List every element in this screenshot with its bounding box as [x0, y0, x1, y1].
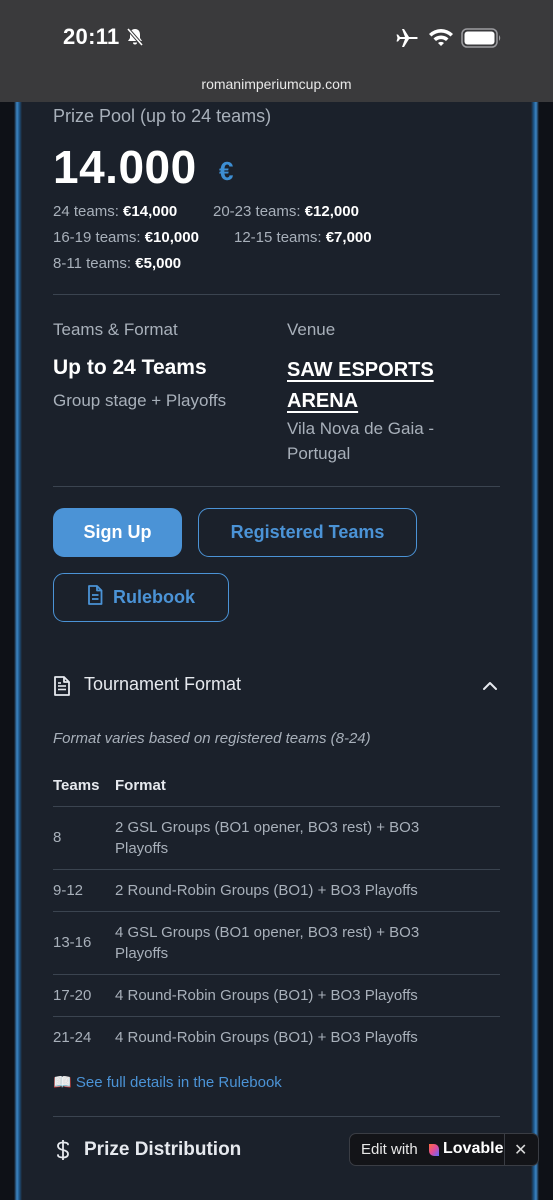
- table-header-format: Format: [115, 777, 166, 794]
- table-divider: [53, 869, 500, 870]
- table-cell-format: 2 GSL Groups (BO1 opener, BO3 rest) + BO…: [115, 819, 420, 857]
- table-cell-teams: 13-16: [53, 934, 92, 951]
- tournament-format-toggle[interactable]: Tournament Format: [84, 674, 241, 695]
- chevron-up-icon[interactable]: [482, 679, 498, 697]
- table-divider: [53, 911, 500, 912]
- prize-distribution-toggle[interactable]: Prize Distribution: [84, 1139, 241, 1161]
- url-text: romanimperiumcup.com: [201, 76, 352, 92]
- lovable-badge[interactable]: Edit with Lovable ✕: [349, 1133, 539, 1166]
- lovable-brand: Lovable: [443, 1140, 504, 1157]
- lovable-separator: [504, 1134, 505, 1165]
- table-divider: [53, 974, 500, 975]
- status-time: 20:11: [63, 24, 120, 49]
- file-text-icon: [53, 676, 71, 701]
- format-note: Format varies based on registered teams …: [53, 730, 371, 747]
- table-divider: [53, 1016, 500, 1017]
- browser-url-bar[interactable]: romanimperiumcup.com: [0, 72, 553, 102]
- registered-teams-button[interactable]: Registered Teams: [198, 508, 417, 557]
- prize-tier: 8-11 teams: €5,000: [53, 255, 182, 272]
- divider: [53, 1116, 500, 1117]
- rulebook-details-link[interactable]: 📖 See full details in the Rulebook: [53, 1073, 282, 1091]
- prize-tier: 24 teams: €14,000: [53, 203, 178, 220]
- status-bar: 20:11: [0, 0, 553, 72]
- venue-link[interactable]: SAW ESPORTS ARENA: [287, 355, 477, 417]
- battery-icon: [461, 27, 503, 54]
- wifi-icon: [428, 27, 454, 52]
- sign-up-label: Sign Up: [83, 522, 152, 542]
- table-header-teams: Teams: [53, 777, 100, 794]
- table-cell-format: 4 GSL Groups (BO1 opener, BO3 rest) + BO…: [115, 924, 420, 962]
- table-cell-format: 4 Round-Robin Groups (BO1) + BO3 Playoff…: [115, 987, 418, 1004]
- prize-tier: 12-15 teams: €7,000: [234, 229, 372, 246]
- table-cell-teams: 9-12: [53, 882, 84, 899]
- prize-tier: 20-23 teams: €12,000: [213, 203, 359, 220]
- airplane-mode-icon: [395, 27, 419, 54]
- prize-tier: 16-19 teams: €10,000: [53, 229, 199, 246]
- prize-pool-currency: €: [219, 156, 234, 186]
- venue-label: Venue: [287, 320, 336, 339]
- bell-muted-icon: [125, 27, 145, 52]
- sign-up-button[interactable]: Sign Up: [53, 508, 182, 557]
- table-cell-teams: 21-24: [53, 1029, 92, 1046]
- card-border-right: [531, 102, 553, 1200]
- registered-teams-label: Registered Teams: [230, 522, 385, 542]
- table-cell-teams: 8: [53, 829, 62, 846]
- document-icon: [87, 585, 103, 610]
- table-cell-teams: 17-20: [53, 987, 92, 1004]
- divider: [53, 486, 500, 487]
- prize-pool-amount: 14.000: [53, 141, 197, 193]
- rulebook-button[interactable]: Rulebook: [53, 573, 229, 622]
- teams-format-value: Up to 24 Teams: [53, 356, 207, 379]
- teams-format-sub: Group stage + Playoffs: [53, 391, 227, 410]
- lovable-edit-label: Edit with: [361, 1141, 418, 1158]
- rulebook-label: Rulebook: [112, 587, 195, 607]
- table-cell-format: 2 Round-Robin Groups (BO1) + BO3 Playoff…: [115, 882, 418, 899]
- divider: [53, 294, 500, 295]
- lovable-logo-icon: [427, 1143, 441, 1162]
- close-icon[interactable]: ✕: [514, 1140, 527, 1160]
- table-divider: [53, 806, 500, 807]
- card-border-left: [0, 102, 22, 1200]
- prize-pool-heading: Prize Pool (up to 24 teams): [53, 106, 272, 126]
- dollar-icon: [56, 1139, 70, 1166]
- venue-location: Vila Nova de Gaia - Portugal: [287, 419, 435, 463]
- table-cell-format: 4 Round-Robin Groups (BO1) + BO3 Playoff…: [115, 1029, 418, 1046]
- teams-format-label: Teams & Format: [53, 320, 178, 339]
